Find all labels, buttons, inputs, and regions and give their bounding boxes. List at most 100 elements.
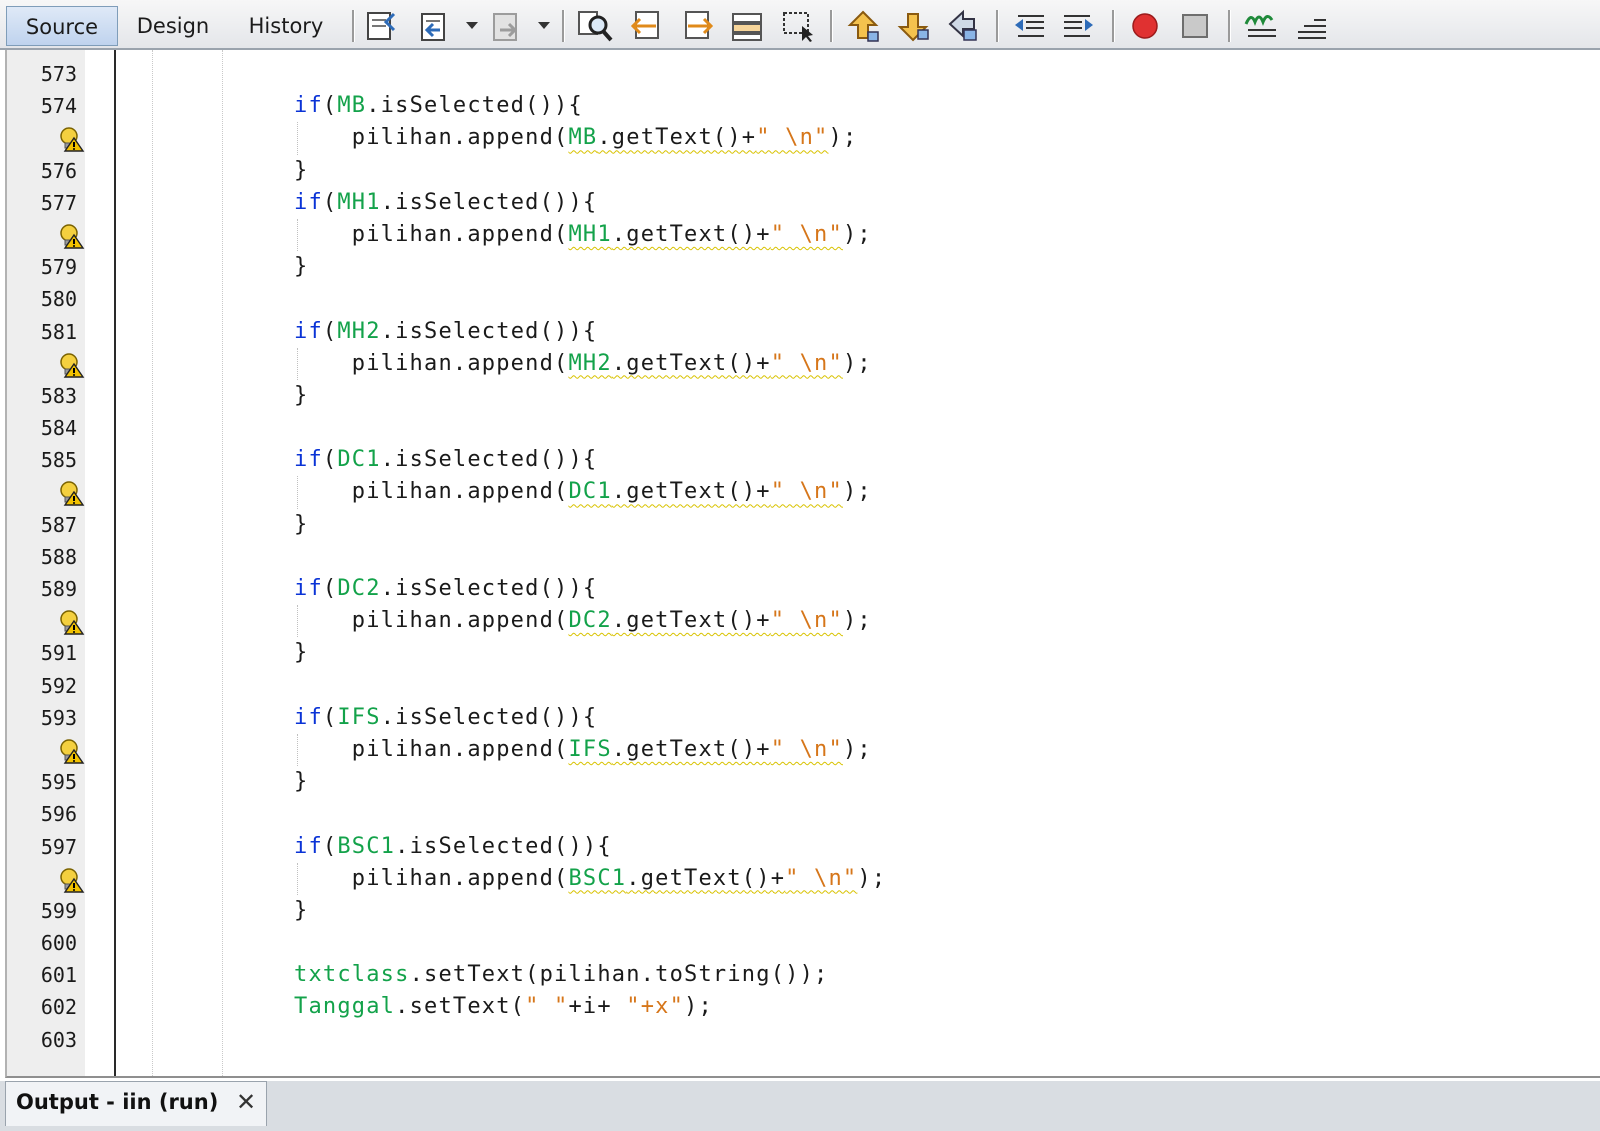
- code-text[interactable]: pilihan.append(DC2.getText()+" \n");: [294, 605, 872, 637]
- shift-line-left-icon[interactable]: [1010, 8, 1048, 44]
- code-line[interactable]: 585 if(DC1.isSelected()){: [7, 444, 1600, 476]
- code-token: .isSelected()){: [380, 576, 598, 601]
- code-text[interactable]: txtclass.setText(pilihan.toString());: [294, 959, 828, 991]
- code-line[interactable]: 600: [7, 927, 1600, 959]
- field-token: DC1: [568, 479, 612, 505]
- code-text[interactable]: }: [294, 380, 308, 412]
- shift-line-right-icon[interactable]: [1060, 8, 1098, 44]
- stop-macro-icon[interactable]: [1176, 8, 1214, 44]
- code-line[interactable]: 591}: [7, 637, 1600, 669]
- code-text[interactable]: Tanggal.setText(" "+i+ "+x");: [294, 991, 713, 1023]
- back-dropdown-icon[interactable]: [466, 22, 478, 29]
- code-editor[interactable]: 573 574 if(MB.isSelected()){ pilihan.appen…: [5, 50, 1600, 1078]
- code-line[interactable]: 599}: [7, 895, 1600, 927]
- warning-hint-icon[interactable]: [57, 609, 85, 635]
- code-line[interactable]: 584: [7, 412, 1600, 444]
- code-line[interactable]: 579}: [7, 251, 1600, 283]
- code-line[interactable]: pilihan.append(MH2.getText()+" \n");: [7, 347, 1600, 380]
- tab-history[interactable]: History: [232, 6, 340, 46]
- code-line[interactable]: 573: [7, 58, 1600, 90]
- code-text[interactable]: }: [294, 766, 308, 798]
- code-line[interactable]: pilihan.append(MH1.getText()+" \n");: [7, 218, 1600, 252]
- string-token: " \n": [785, 865, 858, 891]
- code-text[interactable]: pilihan.append(IFS.getText()+" \n");: [294, 734, 872, 766]
- code-line[interactable]: 574 if(MB.isSelected()){: [7, 90, 1600, 122]
- field-token: BSC1: [337, 833, 396, 859]
- code-text[interactable]: }: [294, 637, 308, 669]
- code-token: pilihan.append(: [294, 736, 569, 762]
- code-text[interactable]: }: [294, 509, 308, 541]
- code-text[interactable]: if(DC2.isSelected()){: [294, 573, 597, 605]
- warning-hint-icon[interactable]: [57, 223, 85, 249]
- find-selection-icon[interactable]: [728, 8, 766, 44]
- find-previous-icon[interactable]: [628, 8, 666, 44]
- code-text[interactable]: }: [294, 251, 308, 283]
- code-line[interactable]: 576}: [7, 155, 1600, 187]
- code-line[interactable]: 583}: [7, 380, 1600, 412]
- code-line[interactable]: 597 if(BSC1.isSelected()){: [7, 831, 1600, 863]
- output-tab[interactable]: Output - iin (run) ✕: [5, 1081, 267, 1126]
- code-line[interactable]: 602 Tanggal.setText(" "+i+ "+x");: [7, 991, 1600, 1023]
- string-token: "+x": [626, 994, 685, 1020]
- code-line[interactable]: pilihan.append(MB.getText()+" \n");: [7, 122, 1600, 155]
- code-line[interactable]: 601 txtclass.setText(pilihan.toString());: [7, 959, 1600, 991]
- code-text[interactable]: pilihan.append(MH1.getText()+" \n");: [294, 219, 872, 251]
- line-number: 600: [40, 931, 77, 956]
- code-text[interactable]: if(BSC1.isSelected()){: [294, 831, 612, 863]
- warning-hint-icon[interactable]: [57, 352, 85, 378]
- warning-hint-icon[interactable]: [57, 738, 85, 764]
- code-line[interactable]: pilihan.append(DC1.getText()+" \n");: [7, 476, 1600, 509]
- code-line[interactable]: 577 if(MH1.isSelected()){: [7, 187, 1600, 219]
- keyword-token: if: [294, 93, 323, 119]
- record-macro-icon[interactable]: [1126, 8, 1164, 44]
- code-line[interactable]: 587}: [7, 509, 1600, 541]
- tab-source[interactable]: Source: [6, 6, 118, 46]
- code-line[interactable]: 593 if(IFS.isSelected()){: [7, 702, 1600, 734]
- string-token: " \n": [770, 736, 843, 762]
- keyword-token: if: [294, 833, 323, 859]
- previous-bookmark-icon[interactable]: [844, 8, 882, 44]
- code-text[interactable]: if(DC1.isSelected()){: [294, 444, 597, 476]
- code-line[interactable]: pilihan.append(IFS.getText()+" \n");: [7, 733, 1600, 767]
- code-token: .getText()+: [626, 865, 786, 891]
- back-icon[interactable]: [416, 8, 454, 44]
- find-next-icon[interactable]: [678, 8, 716, 44]
- code-text[interactable]: if(IFS.isSelected()){: [294, 702, 597, 734]
- close-icon[interactable]: ✕: [236, 1082, 256, 1122]
- code-line[interactable]: pilihan.append(BSC1.getText()+" \n");: [7, 862, 1600, 895]
- code-line[interactable]: 596: [7, 798, 1600, 830]
- code-line[interactable]: 588: [7, 541, 1600, 573]
- code-text[interactable]: }: [294, 895, 308, 927]
- code-text[interactable]: pilihan.append(MH2.getText()+" \n");: [294, 348, 872, 380]
- last-edit-icon[interactable]: [364, 8, 402, 44]
- code-line[interactable]: 592: [7, 670, 1600, 702]
- code-line[interactable]: 589 if(DC2.isSelected()){: [7, 573, 1600, 605]
- comment-icon[interactable]: [1242, 8, 1280, 44]
- warning-hint-icon[interactable]: [57, 126, 85, 153]
- find-icon[interactable]: [576, 8, 614, 44]
- code-line[interactable]: 580: [7, 283, 1600, 315]
- code-text[interactable]: }: [294, 155, 308, 187]
- code-line[interactable]: 603: [7, 1024, 1600, 1056]
- uncomment-icon[interactable]: [1292, 8, 1330, 44]
- code-text[interactable]: pilihan.append(MB.getText()+" \n");: [294, 122, 857, 154]
- toggle-bookmark-icon[interactable]: [944, 8, 982, 44]
- forward-icon[interactable]: [488, 8, 526, 44]
- warning-hint-icon[interactable]: [57, 480, 85, 507]
- forward-dropdown-icon[interactable]: [538, 22, 550, 29]
- code-line[interactable]: 595}: [7, 766, 1600, 798]
- code-token: }: [294, 157, 309, 183]
- code-text[interactable]: if(MH1.isSelected()){: [294, 187, 597, 219]
- code-text[interactable]: pilihan.append(BSC1.getText()+" \n");: [294, 863, 886, 895]
- warning-hint-icon[interactable]: [57, 867, 85, 893]
- code-text[interactable]: if(MB.isSelected()){: [294, 90, 583, 122]
- code-line[interactable]: pilihan.append(DC2.getText()+" \n");: [7, 605, 1600, 638]
- code-line[interactable]: 581 if(MH2.isSelected()){: [7, 316, 1600, 348]
- tab-design[interactable]: Design: [124, 6, 222, 46]
- code-text[interactable]: pilihan.append(DC1.getText()+" \n");: [294, 476, 872, 508]
- code-text[interactable]: if(MH2.isSelected()){: [294, 316, 597, 348]
- string-token: " \n": [770, 350, 843, 376]
- code-lines: 573 574 if(MB.isSelected()){ pilihan.appen…: [7, 58, 1600, 1056]
- rectangular-selection-icon[interactable]: [780, 8, 818, 44]
- next-bookmark-icon[interactable]: [894, 8, 932, 44]
